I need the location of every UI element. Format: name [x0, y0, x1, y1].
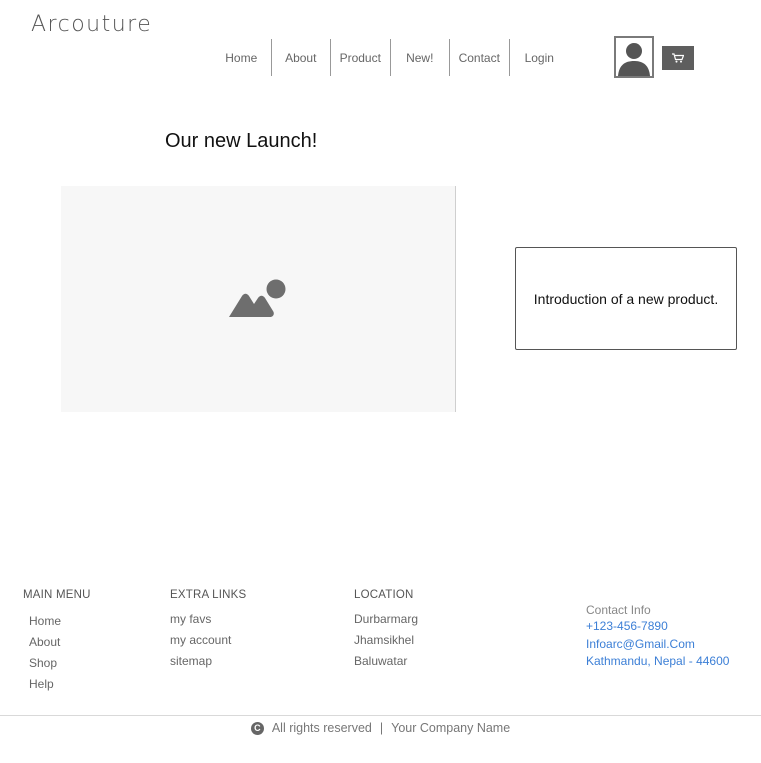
brand-logo[interactable]: Arcouture	[31, 12, 152, 37]
intro-text: Introduction of a new product.	[533, 290, 719, 307]
footer-heading: EXTRA LINKS	[170, 589, 247, 601]
page-title: Our new Launch!	[165, 130, 318, 152]
footer-link-home[interactable]: Home	[29, 611, 91, 632]
contact-address[interactable]: Kathmandu, Nepal - 44600	[586, 653, 729, 671]
footer-link-baluwatar[interactable]: Baluwatar	[354, 651, 418, 672]
copyright-separator: |	[379, 721, 384, 735]
nav-home[interactable]: Home	[212, 39, 272, 76]
shopping-cart-icon	[672, 53, 684, 63]
footer-heading: LOCATION	[354, 589, 414, 601]
footer-contact: Contact Info +123-456-7890 Infoarc@Gmail…	[586, 602, 729, 671]
contact-email[interactable]: Infoarc@Gmail.Com	[586, 636, 729, 654]
image-placeholder-icon	[229, 279, 286, 317]
footer-link-shop[interactable]: Shop	[29, 653, 91, 674]
nav-about[interactable]: About	[272, 39, 331, 76]
footer-link-favs[interactable]: my favs	[170, 609, 246, 630]
contact-heading: Contact Info	[586, 603, 651, 617]
nav-contact[interactable]: Contact	[450, 39, 510, 76]
footer-link-help[interactable]: Help	[29, 674, 91, 695]
contact-phone[interactable]: +123-456-7890	[586, 618, 729, 636]
footer-link-sitemap[interactable]: sitemap	[170, 651, 246, 672]
footer-location: LOCATION Durbarmarg Jhamsikhel Baluwatar	[354, 589, 418, 672]
main-nav: Home About Product New! Contact Login	[212, 39, 569, 76]
hero-image	[61, 186, 456, 412]
copyright-bar: C All rights reserved | Your Company Nam…	[0, 720, 761, 736]
intro-card: Introduction of a new product.	[515, 247, 737, 350]
company-name: Your Company Name	[391, 721, 511, 735]
footer-extra-links: EXTRA LINKS my favs my account sitemap	[170, 589, 246, 672]
nav-login[interactable]: Login	[510, 39, 570, 76]
footer-link-durbarmarg[interactable]: Durbarmarg	[354, 609, 418, 630]
footer-heading: MAIN MENU	[23, 589, 91, 601]
nav-new[interactable]: New!	[391, 39, 450, 76]
nav-product[interactable]: Product	[331, 39, 391, 76]
footer-link-jhamsikhel[interactable]: Jhamsikhel	[354, 630, 418, 651]
copyright-text: All rights reserved	[271, 721, 372, 735]
copyright-icon: C	[250, 721, 264, 735]
user-avatar-icon[interactable]	[614, 36, 654, 78]
footer-divider	[0, 715, 761, 716]
footer-link-account[interactable]: my account	[170, 630, 246, 651]
footer-link-about[interactable]: About	[29, 632, 91, 653]
footer-main-menu: MAIN MENU Home About Shop Help	[23, 589, 91, 695]
cart-button[interactable]	[662, 46, 694, 70]
